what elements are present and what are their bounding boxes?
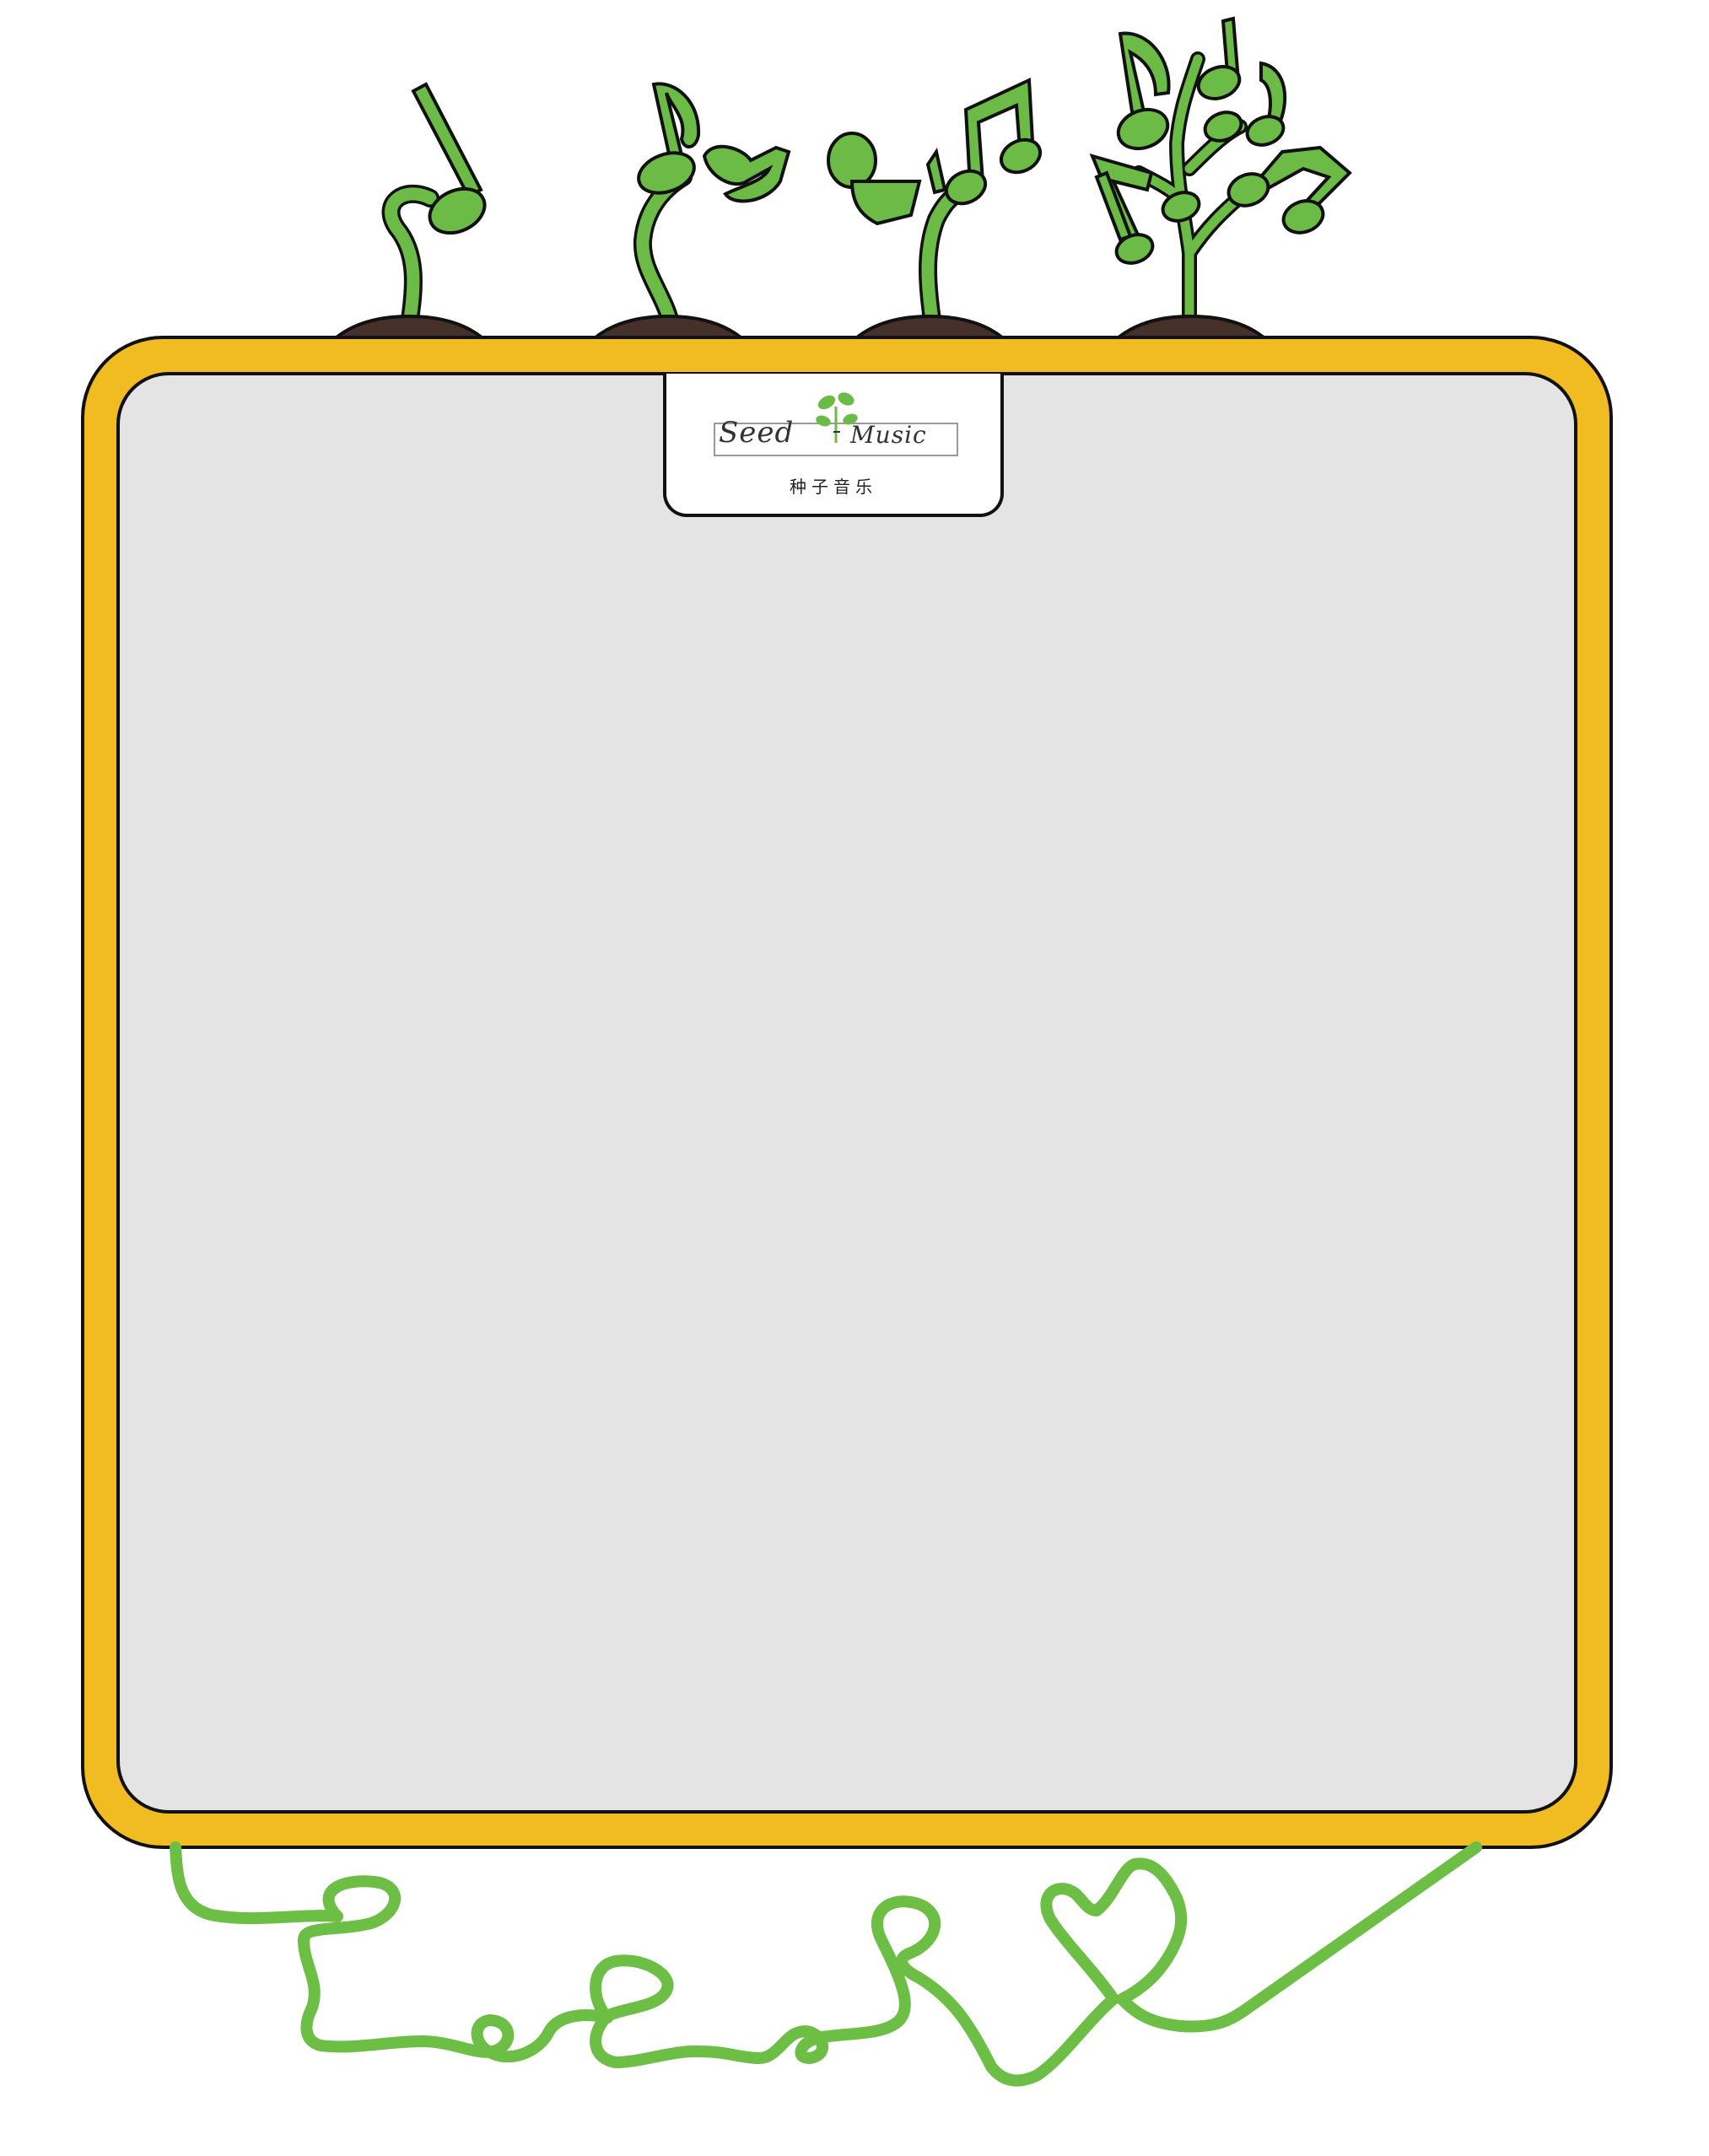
music-note-sprout-3 [827,77,1043,330]
music-note-sprout-1 [381,82,487,334]
music-note-sprout-2 [633,82,791,331]
content-panel [116,372,1577,1814]
logo-text-right: Music [850,421,927,449]
logo-subtitle: 种子音乐 [790,477,877,497]
logo-tab: Seed Music 种子音乐 [663,374,1004,517]
scene [81,16,1613,2087]
music-note-tree [1089,16,1352,328]
vine-letters [170,1841,1482,2087]
logo-text-left: Seed [719,416,795,450]
